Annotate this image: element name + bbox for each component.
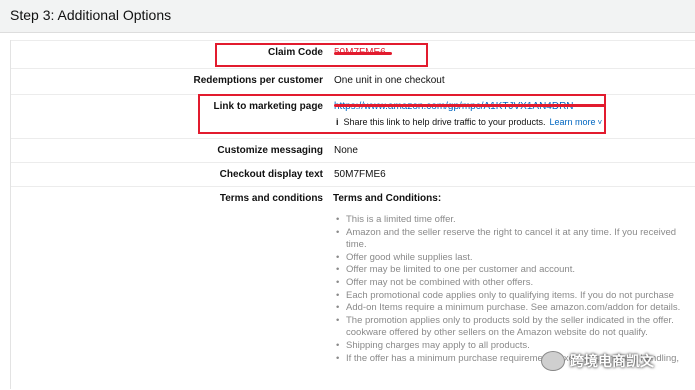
- terms-item: The promotion applies only to products s…: [334, 315, 695, 328]
- wechat-icon: [541, 351, 565, 371]
- terms-label: Terms and conditions: [219, 193, 323, 204]
- claim-code-highlight: [215, 43, 428, 67]
- step-title: Step 3: Additional Options: [10, 7, 172, 23]
- terms-item: Add-on Items require a minimum purchase.…: [334, 302, 695, 315]
- step-header: Step 3: Additional Options: [0, 0, 695, 33]
- redemptions-row: Redemptions per customer One unit in one…: [11, 68, 695, 95]
- terms-item: Each promotional code applies only to qu…: [334, 290, 695, 303]
- watermark: 跨境电商凯文: [541, 349, 654, 373]
- customize-row: Customize messaging None: [11, 138, 695, 163]
- checkout-text-row: Checkout display text 50M7FME6: [11, 162, 695, 187]
- terms-item: Offer may be limited to one per customer…: [334, 264, 695, 277]
- checkout-text-label: Checkout display text: [219, 169, 323, 180]
- checkout-text-value: 50M7FME6: [334, 169, 386, 180]
- marketing-link-highlight: [198, 94, 606, 134]
- watermark-text: 跨境电商凯文: [570, 354, 654, 370]
- terms-item: Offer may not be combined with other off…: [334, 277, 695, 290]
- terms-list: This is a limited time offer.Amazon and …: [334, 214, 695, 365]
- terms-item: This is a limited time offer.: [334, 214, 695, 227]
- redemptions-label: Redemptions per customer: [193, 75, 323, 86]
- customize-label: Customize messaging: [217, 145, 323, 156]
- terms-title: Terms and Conditions:: [333, 193, 442, 204]
- terms-item: time.: [346, 239, 367, 251]
- redemptions-value: One unit in one checkout: [334, 75, 445, 86]
- customize-value: None: [334, 145, 358, 156]
- terms-item: Offer good while supplies last.: [334, 252, 695, 265]
- terms-item: cookware offered by other sellers on the…: [346, 327, 648, 339]
- terms-item: Amazon and the seller reserve the right …: [334, 227, 695, 240]
